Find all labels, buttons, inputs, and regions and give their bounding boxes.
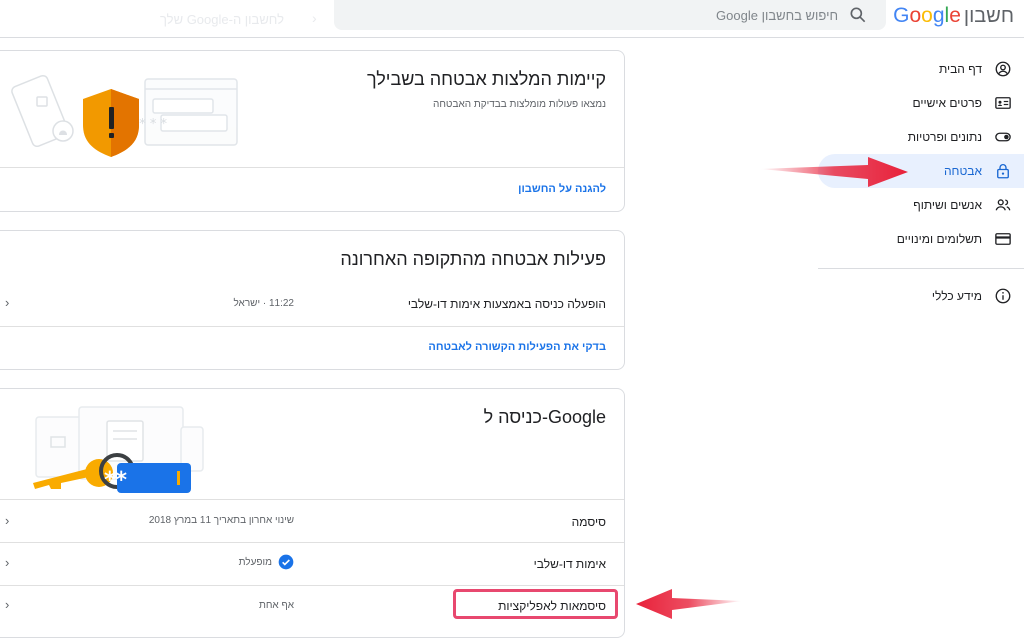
card-divider bbox=[0, 499, 624, 500]
protect-account-link[interactable]: להגנה על החשבון bbox=[518, 183, 606, 195]
password-mask: ** bbox=[104, 468, 128, 493]
security-illustration: * * * * bbox=[11, 74, 238, 157]
password-window-outline-icon: * * * * bbox=[129, 78, 238, 146]
sidebar-item-label: אבטחה bbox=[943, 164, 982, 178]
two-step-status-text: מופעלת bbox=[238, 556, 272, 568]
app-passwords-value: אף אחת bbox=[258, 600, 294, 611]
sign-in-illustration: ** bbox=[33, 406, 204, 493]
card-divider bbox=[0, 326, 624, 327]
faded-header-text: לחשבון ה-Google שלך bbox=[160, 12, 284, 27]
sidebar-item-label: פרטים אישיים bbox=[912, 96, 982, 110]
person-circle-icon bbox=[994, 60, 1012, 78]
sidebar-item-personal-info[interactable]: פרטים אישיים bbox=[818, 86, 1024, 120]
card-divider bbox=[0, 167, 624, 168]
sidebar-item-home[interactable]: דף הבית bbox=[818, 52, 1024, 86]
sidebar-item-data-privacy[interactable]: נתונים ופרטיות bbox=[818, 120, 1024, 154]
logo-letter: g bbox=[932, 4, 945, 27]
chevron-left-icon[interactable]: ‹ bbox=[5, 513, 9, 528]
sidebar-divider bbox=[818, 268, 1024, 269]
warning-shield-icon bbox=[83, 89, 139, 157]
logo-letter: o bbox=[921, 4, 933, 27]
product-name: חשבון bbox=[963, 4, 1014, 27]
sidebar-item-label: נתונים ופרטיות bbox=[907, 130, 982, 144]
chevron-left-icon[interactable]: ‹ bbox=[5, 555, 9, 570]
faded-chevron-icon: › bbox=[312, 10, 317, 26]
card-title: קיימות המלצות אבטחה בשבילך bbox=[366, 69, 606, 89]
annotation-arrow-security bbox=[760, 157, 908, 187]
search-placeholder: חיפוש בחשבון Google bbox=[716, 7, 838, 23]
info-icon bbox=[994, 287, 1012, 305]
review-security-activity-link[interactable]: בדקי את הפעילות הקשורה לאבטחה bbox=[428, 341, 606, 353]
chevron-left-icon[interactable]: ‹ bbox=[5, 597, 9, 612]
credit-card-icon bbox=[994, 230, 1012, 248]
toggle-icon bbox=[994, 128, 1012, 146]
two-step-row-label[interactable]: אימות דו-שלבי bbox=[534, 557, 606, 571]
card-divider bbox=[0, 542, 624, 543]
sidebar-item-people-sharing[interactable]: אנשים ושיתוף bbox=[818, 188, 1024, 222]
sidebar-item-about[interactable]: מידע כללי bbox=[818, 279, 1024, 313]
chevron-left-icon[interactable]: ‹ bbox=[5, 295, 9, 310]
check-circle-icon bbox=[278, 554, 294, 570]
password-row-label[interactable]: סיסמה bbox=[572, 515, 606, 529]
search-bar[interactable]: חיפוש בחשבון Google bbox=[334, 0, 886, 30]
google-account-logo[interactable]: Google חשבון bbox=[893, 4, 1014, 28]
card-title: כניסה ל-Google bbox=[483, 407, 606, 427]
phone-outline-icon bbox=[11, 74, 74, 148]
sidebar-item-label: תשלומים ומינויים bbox=[896, 232, 982, 246]
security-recommendations-card: קיימות המלצות אבטחה בשבילך נמצאו פעולות … bbox=[0, 50, 625, 212]
logo-letter: e bbox=[949, 4, 961, 27]
sidebar-item-label: מידע כללי bbox=[931, 289, 982, 303]
password-field-icon: ** bbox=[104, 463, 191, 493]
two-step-status: מופעלת bbox=[239, 554, 294, 570]
sidebar-item-label: דף הבית bbox=[938, 62, 982, 76]
id-card-icon bbox=[994, 94, 1012, 112]
password-last-changed: שינוי אחרון בתאריך 11 במרץ 2018 bbox=[148, 515, 294, 526]
sidebar-item-label: אנשים ושיתוף bbox=[913, 198, 982, 212]
card-title: פעילות אבטחה מהתקופה האחרונה bbox=[340, 249, 606, 269]
logo-letter: o bbox=[909, 4, 922, 27]
annotation-highlight-app-passwords bbox=[453, 589, 618, 619]
lock-icon bbox=[994, 162, 1012, 180]
people-icon bbox=[994, 196, 1012, 214]
card-divider bbox=[0, 585, 624, 586]
annotation-arrow-app-passwords bbox=[636, 589, 742, 619]
sidebar-item-payments[interactable]: תשלומים ומינויים bbox=[818, 222, 1024, 256]
google-logo: Google bbox=[893, 4, 961, 28]
recent-security-activity-card: פעילות אבטחה מהתקופה האחרונה הופעלה כניס… bbox=[0, 230, 625, 370]
card-subtitle: נמצאו פעולות מומלצות בבדיקת האבטחה bbox=[433, 99, 606, 110]
activity-row-label[interactable]: הופעלה כניסה באמצעות אימות דו-שלבי bbox=[408, 297, 606, 311]
search-icon[interactable] bbox=[848, 5, 868, 25]
logo-letter: G bbox=[893, 4, 910, 27]
top-bar: לחשבון ה-Google שלך › חיפוש בחשבון Googl… bbox=[0, 0, 1024, 38]
activity-row-time-location: 11:22 · ישראל bbox=[233, 298, 294, 309]
